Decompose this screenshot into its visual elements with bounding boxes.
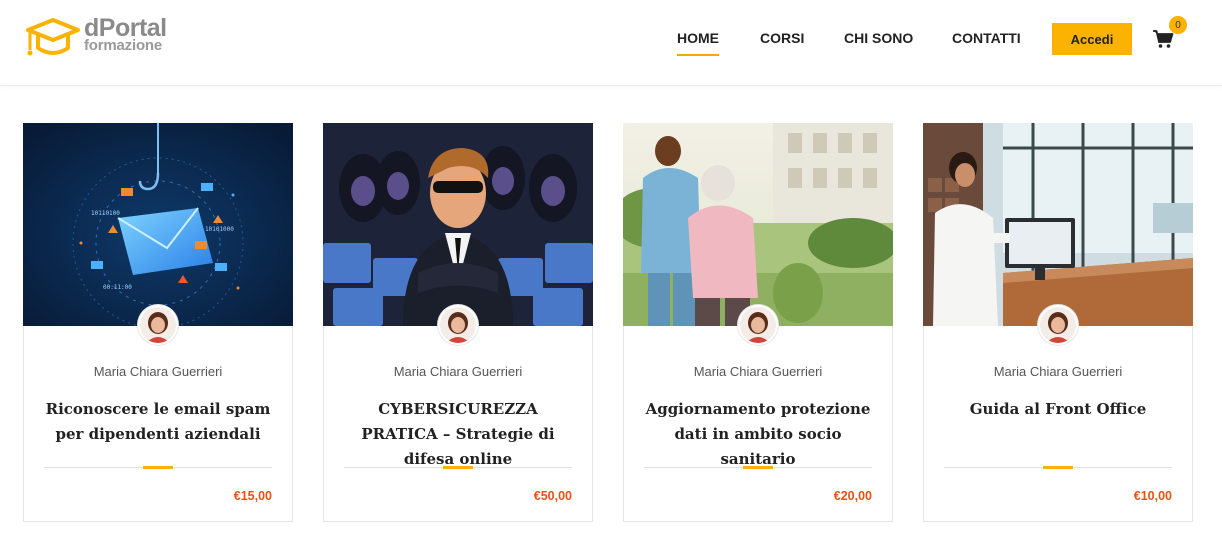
author-avatar-image	[140, 307, 176, 343]
course-author: Maria Chiara Guerrieri	[393, 364, 523, 379]
author-avatar-image	[1040, 307, 1076, 343]
nav-corsi[interactable]: CORSI	[760, 30, 804, 46]
card-divider-accent	[1043, 466, 1073, 469]
nav-home[interactable]: HOME	[677, 30, 719, 56]
svg-text:10110100: 10110100	[91, 210, 120, 217]
course-price: €15,00	[233, 489, 272, 503]
author-avatar	[738, 305, 778, 345]
course-author: Maria Chiara Guerrieri	[93, 364, 223, 379]
author-avatar	[1038, 305, 1078, 345]
course-price: €50,00	[533, 489, 572, 503]
course-card[interactable]: Maria Chiara Guerrieri Guida al Front Of…	[923, 123, 1193, 522]
course-card[interactable]: Maria Chiara Guerrieri Aggiornamento pro…	[623, 123, 893, 522]
course-price: €20,00	[833, 489, 872, 503]
login-button[interactable]: Accedi	[1052, 23, 1132, 55]
course-title[interactable]: Aggiornamento protezione dati in ambito …	[644, 397, 872, 472]
cart-count-badge: 0	[1169, 16, 1187, 34]
course-image-social-care[interactable]	[623, 123, 893, 326]
nav-contatti[interactable]: CONTATTI	[952, 30, 1021, 46]
course-author: Maria Chiara Guerrieri	[693, 364, 823, 379]
author-avatar	[438, 305, 478, 345]
brand-logo[interactable]: dPortal formazione	[26, 14, 186, 60]
author-avatar-image	[440, 307, 476, 343]
card-divider-accent	[443, 466, 473, 469]
course-card[interactable]: Maria Chiara Guerrieri CYBERSICUREZZA PR…	[323, 123, 593, 522]
svg-text:00:11:00: 00:11:00	[103, 284, 132, 291]
course-image-front-office[interactable]	[923, 123, 1193, 326]
svg-text:10101000: 10101000	[205, 226, 234, 233]
card-divider-accent	[143, 466, 173, 469]
author-avatar	[138, 305, 178, 345]
site-header: dPortal formazione HOME CORSI CHI SONO C…	[0, 0, 1222, 86]
nav-chi-sono[interactable]: CHI SONO	[844, 30, 913, 46]
author-avatar-image	[740, 307, 776, 343]
course-author: Maria Chiara Guerrieri	[993, 364, 1123, 379]
course-price: €10,00	[1133, 489, 1172, 503]
course-card[interactable]: 10110100 10101000 00:11:00 Maria Chiara …	[23, 123, 293, 522]
brand-tagline: formazione	[84, 37, 163, 54]
course-title[interactable]: Guida al Front Office	[944, 397, 1172, 422]
course-image-phishing[interactable]: 10110100 10101000 00:11:00	[23, 123, 293, 326]
course-title[interactable]: CYBERSICUREZZA PRATICA – Strategie di di…	[344, 397, 572, 472]
course-title[interactable]: Riconoscere le email spam per dipendenti…	[44, 397, 272, 447]
card-divider-accent	[743, 466, 773, 469]
graduation-cap-icon	[26, 18, 80, 56]
course-image-cybersecurity[interactable]	[323, 123, 593, 326]
